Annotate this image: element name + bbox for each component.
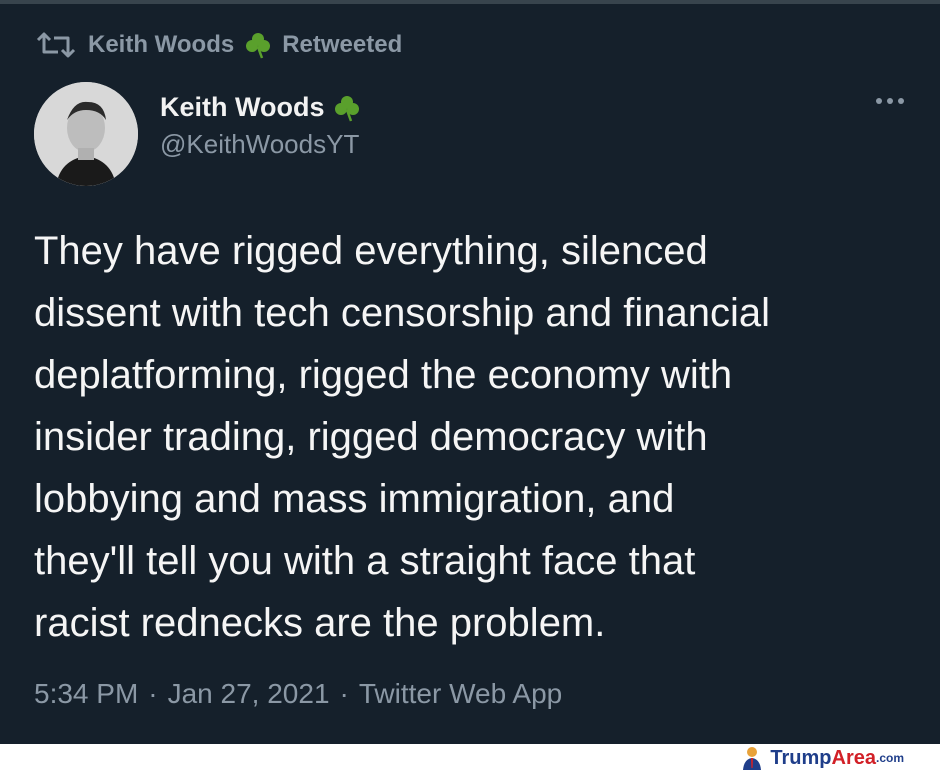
- tweet-line: they'll tell you with a straight face th…: [34, 539, 696, 583]
- tweet-text: They have rigged everything, silenced di…: [34, 220, 914, 654]
- watermark-text-area: Area: [831, 746, 876, 769]
- retweet-icon: [36, 32, 76, 58]
- tweet-line: dissent with tech censorship and financi…: [34, 291, 770, 335]
- tweet-date[interactable]: Jan 27, 2021: [168, 678, 330, 710]
- retweet-user[interactable]: Keith Woods: [88, 31, 234, 59]
- tweet-line: lobbying and mass immigration, and: [34, 477, 675, 521]
- watermark-logo: Trump Area .com: [740, 746, 904, 770]
- shamrock-icon: [246, 33, 271, 59]
- author-handle[interactable]: @KeithWoodsYT: [160, 129, 361, 160]
- tweet-meta: 5:34 PM · Jan 27, 2021 · Twitter Web App: [34, 678, 562, 710]
- meta-separator: ·: [339, 678, 349, 709]
- person-icon: [743, 747, 762, 770]
- avatar[interactable]: [34, 82, 138, 186]
- retweet-label: Retweeted: [282, 31, 403, 58]
- shamrock-icon: [334, 95, 359, 121]
- watermark-text-trump: Trump: [770, 746, 832, 769]
- avatar-photo: [34, 82, 138, 186]
- tweet-line: They have rigged everything, silenced: [34, 229, 708, 273]
- watermark-text-com: .com: [875, 751, 904, 765]
- meta-separator: ·: [148, 678, 158, 709]
- tweet-line: racist rednecks are the problem.: [34, 601, 606, 645]
- tweet-line: insider trading, rigged democracy with: [34, 415, 708, 459]
- more-options-icon[interactable]: [876, 98, 904, 104]
- tweet-card[interactable]: Keith Woods Retweeted Keith Woods @Keith…: [0, 0, 940, 744]
- tweet-time[interactable]: 5:34 PM: [34, 678, 138, 710]
- tweet-source[interactable]: Twitter Web App: [359, 678, 562, 710]
- tweet-line: deplatforming, rigged the economy with: [34, 353, 733, 397]
- author-display-name[interactable]: Keith Woods: [160, 92, 325, 123]
- retweet-indicator: Keith Woods Retweeted: [34, 30, 402, 60]
- author-name-row[interactable]: Keith Woods: [160, 92, 361, 123]
